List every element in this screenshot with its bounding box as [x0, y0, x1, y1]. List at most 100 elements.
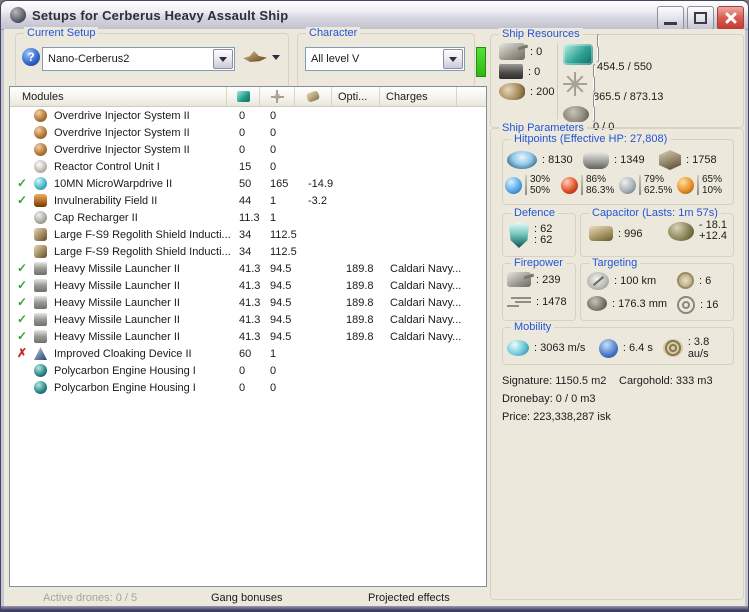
module-charges: Caldari Navy...	[390, 262, 461, 275]
table-row[interactable]: ✓ Heavy Missile Launcher II 41.3 94.5 189.8 C…	[10, 294, 486, 311]
fitted-check-icon: ✓	[16, 261, 28, 275]
modules-list: Modules Opti... Charges Overdrive Inject…	[9, 86, 487, 587]
scan-resolution: : 176.3 mm	[587, 296, 667, 311]
window-titlebar[interactable]: Setups for Cerberus Heavy Assault Ship	[1, 1, 748, 30]
table-row[interactable]: ✗ Improved Cloaking Device II 60 1	[10, 345, 486, 362]
column-powergrid[interactable]	[260, 87, 295, 106]
invuln-module-icon	[34, 194, 47, 207]
launcher-module-icon	[34, 330, 47, 343]
mwd-module-icon	[34, 177, 47, 190]
table-row[interactable]: ✓ Heavy Missile Launcher II 41.3 94.5 189.8 C…	[10, 311, 486, 328]
powergrid-bar	[593, 63, 595, 92]
polycarbon-module-icon	[34, 364, 47, 377]
column-modules[interactable]: Modules	[10, 87, 227, 106]
firepower-group: Firepower : 239 : 1478	[502, 257, 576, 321]
turret-hardpoints-icon	[499, 43, 525, 60]
module-charges: Caldari Navy...	[390, 313, 461, 326]
turret-slots: : 0	[499, 43, 554, 60]
character-select-arrow[interactable]	[443, 49, 463, 69]
capacitor-label: Capacitor (Lasts: 1m 57s)	[589, 207, 721, 219]
minimize-button[interactable]	[657, 6, 684, 30]
radar-icon	[587, 272, 609, 290]
module-charges: Caldari Navy...	[390, 279, 461, 292]
rig-calibration-icon	[499, 83, 525, 100]
module-optimal: 189.8	[346, 262, 374, 275]
table-row[interactable]: Overdrive Injector System II 0 0	[10, 141, 486, 158]
table-row[interactable]: Polycarbon Engine Housing I 0 0	[10, 362, 486, 379]
targeting-group: Targeting : 100 km : 6 : 176.3 mm : 16	[580, 257, 734, 321]
table-row[interactable]: ✓ Invulnerability Field II 44 1 -3.2	[10, 192, 486, 209]
targeting-label: Targeting	[589, 257, 641, 269]
signature-value: Signature: 1150.5 m2	[502, 375, 607, 387]
module-cpu: 34	[239, 228, 252, 241]
module-cpu: 41.3	[239, 296, 261, 309]
table-row[interactable]: ✓ 10MN MicroWarpdrive II 50 165 -14.9	[10, 175, 486, 192]
table-row[interactable]: Cap Recharger II 11.3 1	[10, 209, 486, 226]
armor-hp: : 1349	[583, 150, 659, 170]
active-drones-label[interactable]: Active drones: 0 / 5	[43, 592, 137, 604]
module-powergrid: 0	[270, 126, 277, 139]
explosive-resist-icon	[677, 176, 694, 194]
character-select[interactable]: All level V	[305, 47, 465, 71]
module-cap-use: -14.9	[308, 177, 334, 190]
table-row[interactable]: ✓ Heavy Missile Launcher II 41.3 94.5 189.8 C…	[10, 260, 486, 277]
defence-shield-icon	[509, 222, 529, 248]
defence-group: Defence : 62: 62	[502, 207, 576, 257]
module-powergrid: 112.5	[270, 228, 297, 241]
sensor-strength-icon	[677, 296, 695, 314]
projected-effects-label[interactable]: Projected effects	[368, 592, 450, 604]
chevron-down-icon	[272, 55, 280, 60]
cpu-bar	[597, 33, 599, 62]
current-setup-group: Current Setup ? Nano-Cerberus2	[15, 27, 289, 88]
app-window: Setups for Cerberus Heavy Assault Ship C…	[0, 0, 749, 612]
module-powergrid: 1	[270, 194, 277, 207]
table-row[interactable]: Polycarbon Engine Housing I 0 0	[10, 379, 486, 396]
table-row[interactable]: Large F-S9 Regolith Shield Inducti... 34 1…	[10, 243, 486, 260]
table-row[interactable]: Reactor Control Unit I 15 0	[10, 158, 486, 175]
explosive-resists: 65% 10%	[677, 174, 722, 196]
warp-icon	[662, 339, 683, 357]
module-name: Large F-S9 Regolith Shield Inducti...	[54, 245, 231, 258]
fitted-check-icon: ✓	[16, 295, 28, 309]
column-optimal[interactable]: Opti...	[332, 87, 380, 106]
table-row[interactable]: Large F-S9 Regolith Shield Inducti... 34 1…	[10, 226, 486, 243]
module-optimal: 189.8	[346, 279, 374, 292]
fitted-check-icon: ✓	[16, 278, 28, 292]
mobility-group: Mobility : 3063 m/s : 6.4 s : 3.8 au/s	[502, 321, 734, 365]
firepower-dps: : 239	[507, 272, 560, 287]
close-button[interactable]	[717, 6, 744, 30]
cloak-module-icon	[34, 347, 47, 360]
ship-resources-group: Ship Resources : 0 : 0 : 200 454.5 / 550	[490, 28, 744, 133]
module-cpu: 0	[239, 143, 246, 156]
ship-menu-button[interactable]	[243, 51, 280, 64]
module-name: Large F-S9 Regolith Shield Inducti...	[54, 228, 231, 241]
maximize-button[interactable]	[687, 6, 714, 30]
modules-header: Modules Opti... Charges	[10, 87, 486, 107]
setup-select[interactable]: Nano-Cerberus2	[42, 47, 235, 71]
setup-select-arrow[interactable]	[213, 49, 233, 69]
kinetic-resist-icon	[619, 176, 636, 194]
module-name: Overdrive Injector System II	[54, 143, 190, 156]
module-powergrid: 0	[270, 160, 277, 173]
column-charges[interactable]: Charges	[380, 87, 457, 106]
module-powergrid: 165	[270, 177, 289, 190]
turret-icon	[507, 272, 531, 287]
firepower-volley: : 1478	[507, 296, 567, 308]
column-capacitor[interactable]	[295, 87, 332, 106]
module-name: 10MN MicroWarpdrive II	[54, 177, 173, 190]
table-row[interactable]: ✓ Heavy Missile Launcher II 41.3 94.5 189.8 C…	[10, 277, 486, 294]
column-cpu[interactable]	[227, 87, 260, 106]
gang-bonuses-label[interactable]: Gang bonuses	[211, 592, 283, 604]
current-setup-label: Current Setup	[24, 27, 99, 39]
module-charges: Caldari Navy...	[390, 330, 461, 343]
mobility-label: Mobility	[511, 321, 555, 333]
module-powergrid: 0	[270, 109, 277, 122]
table-row[interactable]: Overdrive Injector System II 0 0	[10, 107, 486, 124]
powergrid-icon	[563, 72, 587, 96]
help-icon[interactable]: ?	[22, 48, 40, 66]
fitted-check-icon: ✓	[16, 312, 28, 326]
table-row[interactable]: Overdrive Injector System II 0 0	[10, 124, 486, 141]
align-icon	[598, 338, 618, 358]
table-row[interactable]: ✓ Heavy Missile Launcher II 41.3 94.5 189.8 C…	[10, 328, 486, 345]
volley-icon	[507, 296, 531, 308]
